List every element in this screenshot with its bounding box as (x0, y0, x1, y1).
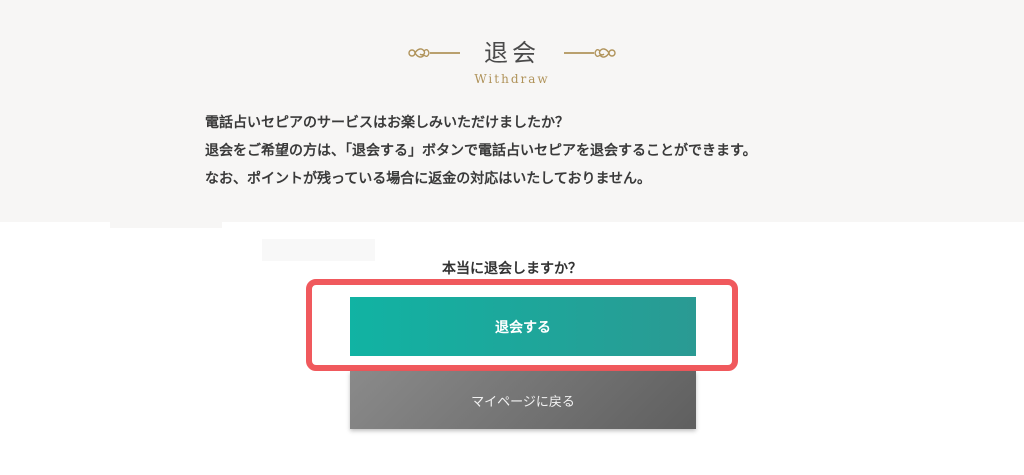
right-ornament-icon (564, 48, 616, 58)
withdraw-button[interactable]: 退会する (350, 297, 696, 356)
page-subtitle: Withdraw (474, 72, 550, 86)
description-line: なお、ポイントが残っている場合に返金の対応はいたしておりません。 (205, 171, 652, 187)
panel-edge (110, 222, 222, 228)
left-ornament-icon (408, 48, 460, 58)
page-title: 退会 (484, 39, 540, 67)
description-line: 退会をご希望の方は、「退会する」ボタンで電話占いセピアを退会することができます。 (205, 143, 757, 159)
page-heading: 退会 Withdraw (0, 38, 1024, 86)
confirm-question: 本当に退会しますか？ (442, 261, 582, 277)
withdraw-description: 電話占いセピアのサービスはお楽しみいただけましたか？ 退会をご希望の方は、「退会… (205, 109, 885, 193)
description-line: 電話占いセピアのサービスはお楽しみいただけましたか？ (205, 115, 569, 131)
back-to-mypage-button[interactable]: マイページに戻る (350, 371, 696, 429)
